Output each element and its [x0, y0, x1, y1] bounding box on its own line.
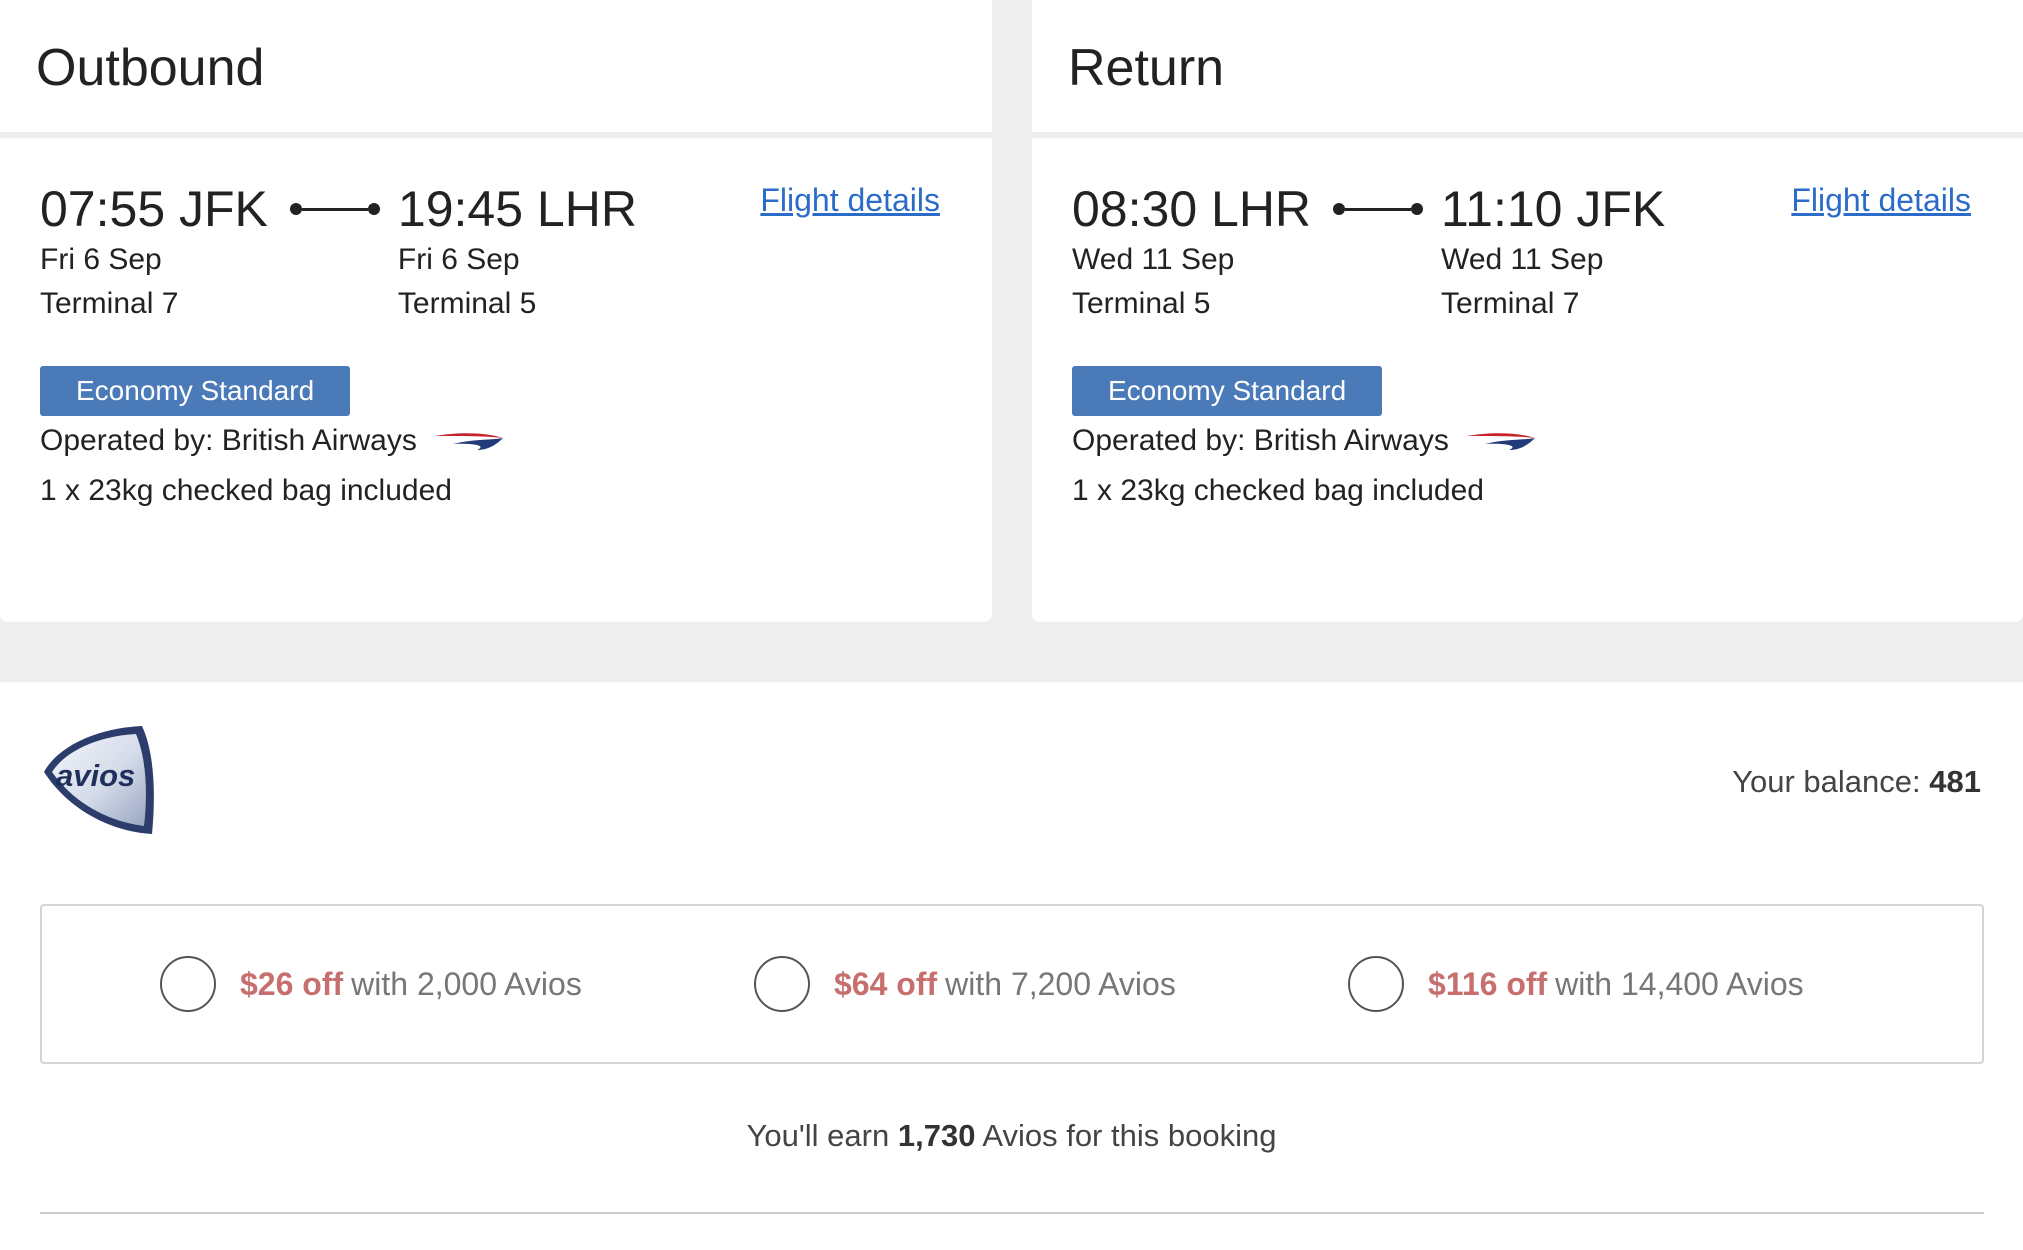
- avios-logo: avios: [44, 726, 154, 834]
- departure-time: 07:55 JFK: [40, 181, 268, 237]
- arrival-terminal: Terminal 5: [397, 287, 537, 320]
- outbound-body: 07:55 JFK Fri 6 Sep Terminal 7 19:45 LHR…: [0, 138, 992, 516]
- return-title: Return: [1068, 39, 1225, 97]
- return-departure: 08:30 LHR Wed 11 Sep Terminal 5: [1072, 180, 1311, 326]
- british-airways-speedmarque-icon: [434, 433, 503, 450]
- discount-amount: $116 off: [1428, 965, 1548, 1002]
- balance-value: 481: [1929, 764, 1981, 799]
- avios-option-2[interactable]: $64 off with 7,200 Avios: [754, 956, 1176, 1012]
- departure-terminal: Terminal 7: [40, 287, 179, 320]
- departure-time: 08:30 LHR: [1072, 181, 1312, 237]
- avios-section: avios Your balance: 481 $26 off with 2,0…: [0, 682, 2023, 1250]
- return-card: Return 08:30 LHR Wed 11 Sep Terminal 5 1…: [1032, 0, 2023, 622]
- radio-button[interactable]: [754, 956, 810, 1012]
- return-body: 08:30 LHR Wed 11 Sep Terminal 5 11:10 JF…: [1032, 138, 2023, 516]
- avios-logo-text: avios: [56, 758, 135, 793]
- avios-option-3[interactable]: $116 off with 14,400 Avios: [1348, 956, 1804, 1012]
- arrival-date: Wed 11 Sep: [1441, 243, 1604, 276]
- operator-label: Operated by: British Airways: [40, 424, 417, 457]
- section-divider: [40, 1212, 1984, 1214]
- outbound-header: Outbound: [0, 0, 992, 138]
- discount-cost: with 14,400 Avios: [1555, 965, 1804, 1002]
- route-connector-icon: [1333, 180, 1424, 238]
- arrival-time: 19:45 LHR: [397, 181, 637, 237]
- british-airways-speedmarque-icon: [1466, 433, 1535, 450]
- return-cabin-badge: Economy Standard: [1072, 366, 1383, 416]
- radio-button[interactable]: [1348, 956, 1404, 1012]
- outbound-baggage: 1 x 23kg checked bag included: [40, 474, 452, 507]
- earn-suffix: Avios for this booking: [982, 1118, 1277, 1153]
- departure-date: Wed 11 Sep: [1072, 243, 1235, 276]
- operator-label: Operated by: British Airways: [1072, 424, 1449, 457]
- arrival-terminal: Terminal 7: [1441, 287, 1580, 320]
- departure-terminal: Terminal 5: [1072, 287, 1211, 320]
- avios-discount-options: $26 off with 2,000 Avios $64 off with 7,…: [40, 904, 1984, 1064]
- outbound-cabin-badge: Economy Standard: [40, 366, 351, 416]
- avios-earn-message: You'll earn 1,730 Avios for this booking: [0, 1118, 2023, 1154]
- return-arrival: 11:10 JFK Wed 11 Sep Terminal 7: [1441, 180, 1665, 326]
- outbound-flight-details-link[interactable]: Flight details: [760, 182, 940, 219]
- discount-amount: $26 off: [240, 965, 344, 1002]
- flights-section: Outbound 07:55 JFK Fri 6 Sep Terminal 7 …: [0, 0, 2023, 622]
- outbound-card: Outbound 07:55 JFK Fri 6 Sep Terminal 7 …: [0, 0, 992, 622]
- balance-label: Your balance:: [1732, 764, 1921, 799]
- outbound-operator: Operated by: British Airways: [40, 416, 952, 466]
- return-header: Return: [1032, 0, 2023, 138]
- departure-date: Fri 6 Sep: [40, 243, 162, 276]
- arrival-date: Fri 6 Sep: [397, 243, 520, 276]
- route-connector-icon: [289, 180, 380, 238]
- discount-cost: with 2,000 Avios: [351, 965, 582, 1002]
- outbound-title: Outbound: [36, 39, 265, 97]
- avios-balance: Your balance: 481: [1732, 764, 1981, 800]
- earn-prefix: You'll earn: [746, 1118, 890, 1153]
- return-flight-details-link[interactable]: Flight details: [1791, 182, 1971, 219]
- outbound-arrival: 19:45 LHR Fri 6 Sep Terminal 5: [398, 180, 637, 326]
- outbound-departure: 07:55 JFK Fri 6 Sep Terminal 7: [40, 180, 268, 326]
- discount-amount: $64 off: [834, 965, 938, 1002]
- return-baggage: 1 x 23kg checked bag included: [1072, 474, 1484, 507]
- discount-cost: with 7,200 Avios: [945, 965, 1176, 1002]
- avios-option-1[interactable]: $26 off with 2,000 Avios: [160, 956, 582, 1012]
- earn-value: 1,730: [897, 1118, 976, 1153]
- arrival-time: 11:10 JFK: [1441, 181, 1666, 237]
- radio-button[interactable]: [160, 956, 216, 1012]
- return-operator: Operated by: British Airways: [1072, 416, 1983, 466]
